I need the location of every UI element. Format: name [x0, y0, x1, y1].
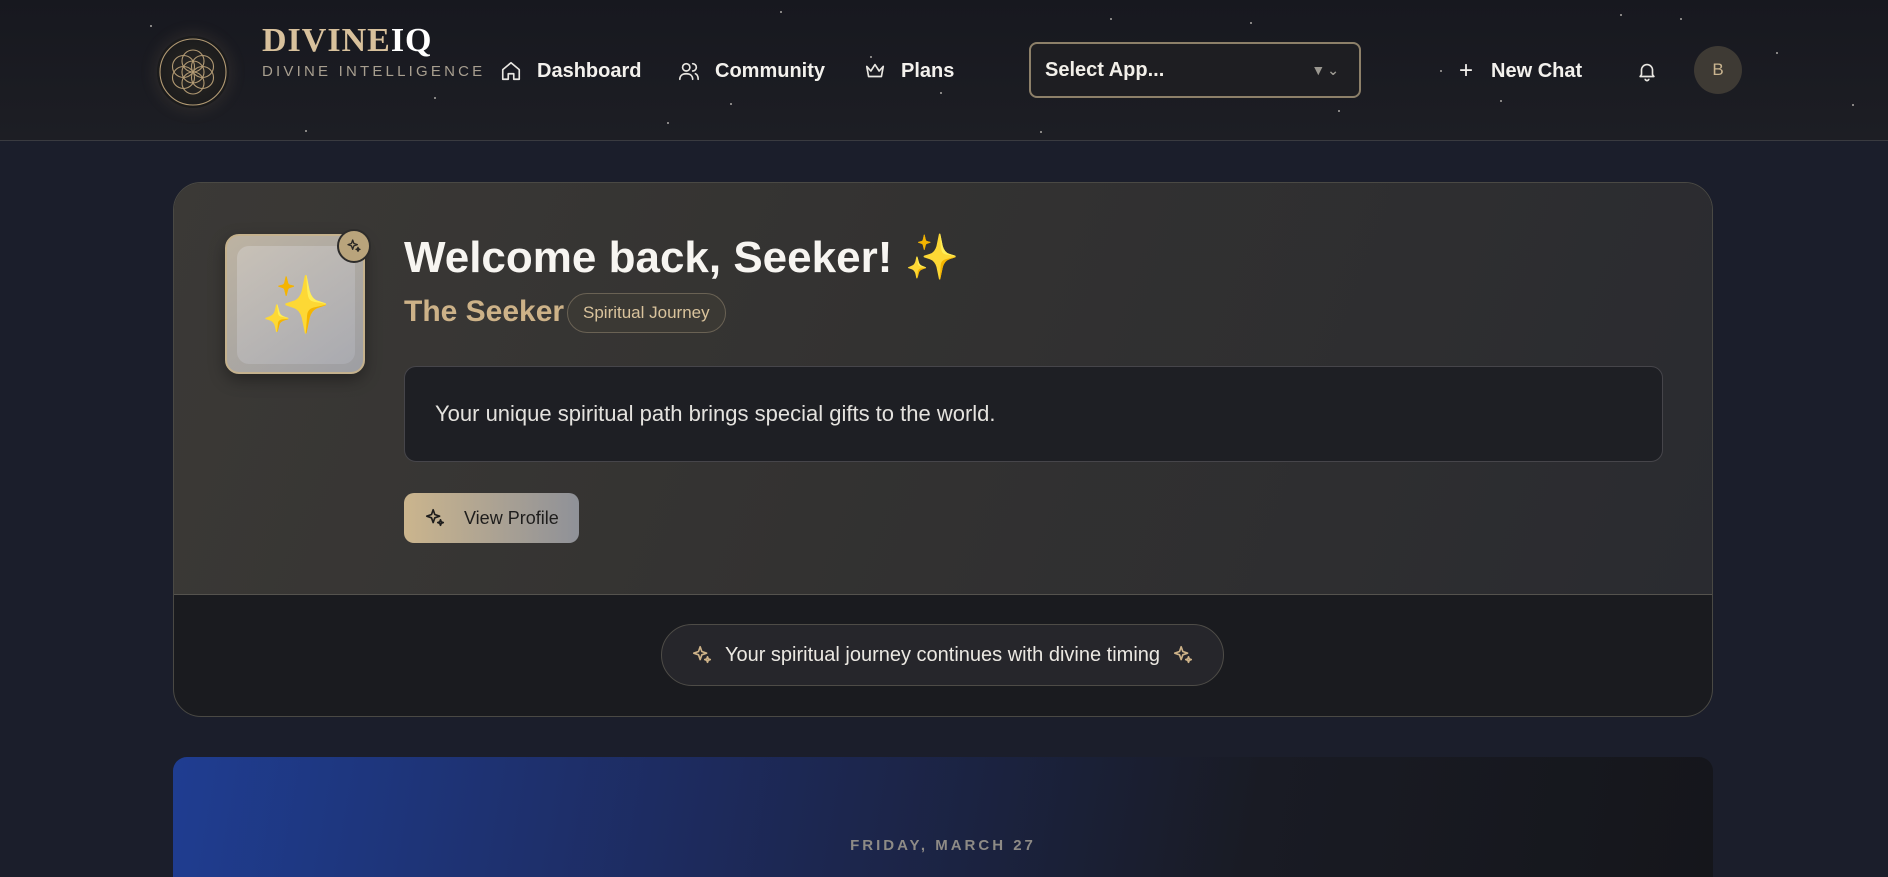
star-dot — [105, 140, 107, 141]
star-dot — [667, 122, 669, 124]
star-dot — [730, 103, 732, 105]
brand-name-accent: IQ — [390, 22, 433, 59]
star-dot — [1776, 52, 1778, 54]
new-chat-label: New Chat — [1491, 59, 1583, 82]
star-dot — [1620, 14, 1622, 16]
sparkle-icon — [425, 508, 445, 527]
star-dot — [1852, 104, 1854, 106]
welcome-card: ✨ Welcome back, Seeker! ✨ The Seeker Spi… — [173, 182, 1713, 717]
view-profile-button[interactable]: View Profile — [404, 493, 579, 543]
nav-plans-label: Plans — [901, 59, 955, 82]
date-label: FRIDAY, MARCH 27 — [850, 837, 1036, 854]
users-icon — [679, 62, 699, 81]
star-dot — [1440, 70, 1442, 72]
star-dot — [1680, 18, 1682, 20]
brand-tagline: DIVINE INTELLIGENCE — [262, 63, 486, 80]
nav-plans[interactable]: Plans — [864, 56, 954, 86]
nav-dashboard[interactable]: Dashboard — [500, 56, 641, 86]
star-dot — [1110, 18, 1112, 20]
star-dot — [1338, 110, 1340, 112]
date-card: FRIDAY, MARCH 27 — [173, 757, 1713, 877]
brand-name-main: DIVINE — [262, 22, 391, 59]
crown-icon — [865, 63, 885, 78]
sparkle-right-icon — [1173, 645, 1193, 664]
sparkle-badge-icon — [337, 229, 371, 263]
home-icon — [501, 61, 521, 81]
nav-dashboard-label: Dashboard — [537, 59, 642, 82]
star-dot — [434, 97, 436, 99]
sparkle-left-icon — [692, 645, 712, 664]
role-name: The Seeker — [404, 295, 565, 328]
app-select-value: Select App... — [1045, 58, 1165, 81]
app-select-dropdown[interactable]: Select App... ▼⌄ — [1029, 42, 1361, 98]
welcome-heading: Welcome back, Seeker! ✨ — [404, 233, 960, 282]
new-chat-button[interactable]: + New Chat — [1459, 56, 1582, 86]
nav-community[interactable]: Community — [678, 56, 825, 86]
welcome-card-top: ✨ Welcome back, Seeker! ✨ The Seeker Spi… — [174, 183, 1712, 595]
logo-mandala-icon[interactable] — [157, 36, 229, 108]
view-profile-label: View Profile — [464, 507, 559, 528]
journey-note-pill: Your spiritual journey continues with di… — [661, 624, 1224, 686]
star-dot — [940, 92, 942, 94]
bell-icon[interactable] — [1636, 60, 1658, 82]
top-header: DIVINEIQ DIVINE INTELLIGENCE Dashboard C… — [0, 0, 1888, 141]
star-dot — [780, 11, 782, 13]
journey-note-text: Your spiritual journey continues with di… — [724, 643, 1161, 666]
sparkles-icon: ✨ — [237, 246, 355, 364]
star-dot — [150, 25, 152, 27]
welcome-message: Your unique spiritual path brings specia… — [404, 366, 1663, 462]
chevron-down-icon: ▼⌄ — [1311, 62, 1341, 78]
role-badge: Spiritual Journey — [567, 293, 726, 333]
star-dot — [1040, 131, 1042, 133]
star-dot — [305, 130, 307, 132]
star-dot — [1250, 22, 1252, 24]
star-dot — [1500, 100, 1502, 102]
user-avatar[interactable]: B — [1694, 46, 1742, 94]
brand-name[interactable]: DIVINEIQ — [262, 22, 433, 60]
plus-icon: + — [1459, 57, 1474, 84]
nav-community-label: Community — [715, 59, 825, 82]
